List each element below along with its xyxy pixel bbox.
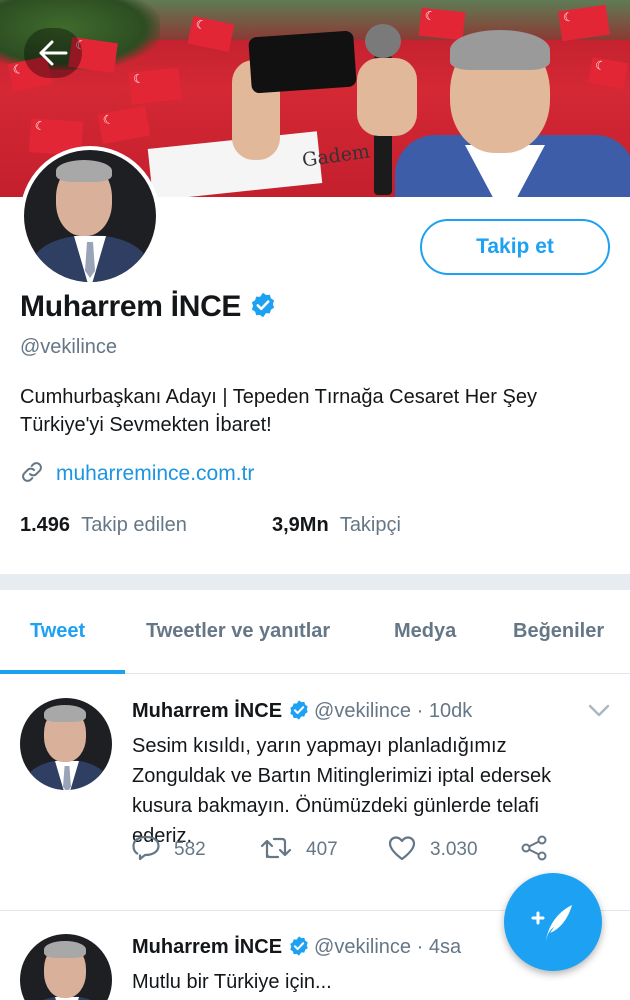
tweet-avatar[interactable] (20, 934, 112, 1000)
following-count: 1.496 (20, 514, 71, 536)
profile-stats: 1.496 Takip edilen 3,9Mn Takipçi (20, 514, 401, 537)
arrow-left-icon (39, 40, 68, 66)
verified-badge-icon (252, 292, 275, 318)
tweet-author-name[interactable]: Muharrem İNCE (132, 936, 282, 958)
tweet-author-name[interactable]: Muharrem İNCE (132, 700, 282, 722)
like-count: 3.030 (430, 839, 478, 860)
profile-tabs: Tweet Tweetler ve yanıtlar Medya Beğenil… (0, 590, 630, 674)
tweet-header: Muharrem İNCE @vekilince · 10dk (132, 700, 472, 723)
reply-button[interactable]: 582 (132, 835, 206, 866)
share-icon (521, 835, 547, 861)
following-stat[interactable]: 1.496 Takip edilen (20, 514, 187, 536)
tab-tweet[interactable]: Tweet (30, 620, 85, 643)
reply-count: 582 (174, 839, 206, 860)
tweet-header: Muharrem İNCE @vekilince · 4sa (132, 936, 461, 959)
tweet-author-handle: @vekilince (314, 936, 412, 958)
profile-website-link[interactable]: muharremince.com.tr (56, 462, 254, 485)
followers-label: Takipçi (339, 514, 401, 536)
retweet-button[interactable]: 407 (260, 836, 338, 866)
banner-hand (357, 58, 417, 136)
followers-count: 3,9Mn (272, 514, 329, 536)
tweet-timestamp: · 4sa (416, 936, 462, 958)
verified-badge-icon (290, 700, 308, 720)
profile-avatar[interactable] (20, 146, 160, 286)
banner-person-hair (450, 30, 550, 70)
link-icon (22, 462, 42, 483)
tab-tweets-and-replies[interactable]: Tweetler ve yanıtlar (146, 620, 330, 643)
tweet-author-handle: @vekilince (314, 700, 412, 722)
follow-button[interactable]: Takip et (420, 219, 610, 275)
back-button[interactable] (24, 28, 82, 78)
compose-tweet-icon (531, 905, 572, 941)
profile-name-row: Muharrem İNCE (20, 290, 277, 324)
tweet-text: Mutlu bir Türkiye için... (132, 971, 332, 993)
avatar-image (24, 150, 156, 282)
avatar-hair (56, 160, 112, 182)
like-button[interactable]: 3.030 (388, 836, 478, 866)
profile-name: Muharrem İNCE (20, 290, 242, 323)
retweet-count: 407 (306, 839, 338, 860)
verified-badge-icon (290, 936, 308, 956)
tab-media[interactable]: Medya (394, 620, 456, 643)
followers-stat[interactable]: 3,9Mn Takipçi (272, 514, 401, 537)
share-button[interactable] (520, 835, 562, 866)
tab-likes[interactable]: Beğeniler (513, 620, 604, 643)
avatar-hair (44, 705, 86, 722)
section-divider (0, 574, 630, 590)
reply-icon (132, 835, 160, 861)
tweet-timestamp: · 10dk (416, 700, 473, 722)
tweet-avatar[interactable] (20, 698, 112, 790)
profile-website-row[interactable]: muharremince.com.tr (20, 462, 254, 486)
avatar-hair (44, 941, 86, 958)
banner-flag (128, 67, 182, 105)
banner-flag (97, 106, 151, 144)
heart-icon (388, 836, 416, 861)
profile-handle: @vekilince (20, 336, 118, 358)
compose-tweet-button[interactable] (504, 873, 602, 971)
profile-bio: Cumhurbaşkanı Adayı | Tepeden Tırnağa Ce… (20, 386, 537, 436)
tweet-item[interactable]: Muharrem İNCE @vekilince · 10dk Sesim kı… (0, 674, 630, 910)
banner-phone (248, 30, 357, 94)
banner-microphone (365, 24, 401, 58)
tweet-actions: 582 407 3.030 (132, 835, 612, 866)
retweet-icon (260, 837, 292, 859)
chevron-down-icon[interactable] (588, 704, 610, 718)
tweet-text: Sesim kısıldı, yarın yapmayı planladığım… (132, 735, 552, 847)
following-label: Takip edilen (81, 514, 187, 536)
